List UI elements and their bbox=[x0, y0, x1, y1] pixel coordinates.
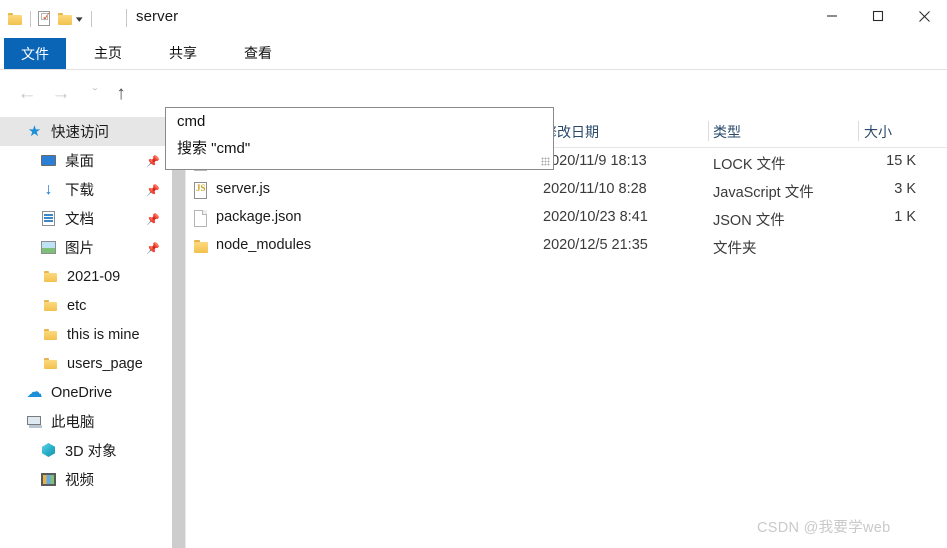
tab-home[interactable]: 主页 bbox=[80, 38, 136, 68]
cell-date: 2020/11/9 18:13 bbox=[543, 153, 647, 169]
sidebar-item-7[interactable]: this is mine bbox=[0, 320, 172, 349]
cell-type: LOCK 文件 bbox=[713, 157, 786, 173]
title-divider bbox=[126, 9, 127, 27]
folder-icon bbox=[42, 268, 59, 285]
pin-icon[interactable]: 📌 bbox=[146, 213, 160, 226]
folder-icon bbox=[192, 238, 210, 256]
sidebar-item-0[interactable]: ★ 快速访问 bbox=[0, 117, 172, 146]
sidebar-item-label: etc bbox=[67, 297, 87, 314]
cell-date: 2020/12/5 21:35 bbox=[543, 237, 648, 253]
folder-icon bbox=[42, 297, 59, 314]
sidebar-item-label: 下载 bbox=[65, 183, 94, 199]
autocomplete-item-1[interactable]: 搜索 "cmd" bbox=[166, 134, 553, 160]
pin-icon[interactable]: 📌 bbox=[146, 242, 160, 255]
table-row[interactable]: JS server.js 2020/11/10 8:28 JavaScript 文件 3… bbox=[186, 177, 947, 205]
sidebar-item-label: 图片 bbox=[65, 241, 94, 257]
pin-icon[interactable]: 📌 bbox=[146, 155, 160, 168]
forward-button[interactable]: → bbox=[46, 78, 76, 108]
resize-grip-icon[interactable] bbox=[541, 157, 550, 166]
sidebar-item-9[interactable]: ☁ OneDrive bbox=[0, 378, 172, 407]
chevron-down-icon[interactable]: ▾ bbox=[76, 14, 83, 24]
desktop-icon bbox=[40, 152, 57, 169]
documents-icon bbox=[40, 210, 57, 227]
cell-date: 2020/11/10 8:28 bbox=[543, 181, 647, 197]
sidebar-item-1[interactable]: 桌面 📌 bbox=[0, 146, 172, 175]
onedrive-icon: ☁ bbox=[26, 384, 43, 401]
table-row[interactable]: package.json 2020/10/23 8:41 JSON 文件 1 K bbox=[186, 205, 947, 233]
navigation-pane: ★ 快速访问桌面 📌 ↓ 下载 📌 文档 📌 图片 📌 2021-09 etc this is mine… bbox=[0, 117, 172, 548]
sidebar-item-10[interactable]: 此电脑 bbox=[0, 407, 172, 436]
sidebar-item-label: 快速访问 bbox=[51, 125, 109, 141]
up-button[interactable]: ↑ bbox=[106, 78, 136, 108]
maximize-button[interactable] bbox=[855, 0, 901, 32]
watermark: CSDN @我要学web bbox=[757, 520, 891, 536]
column-separator[interactable] bbox=[858, 121, 859, 141]
cell-type: JSON 文件 bbox=[713, 213, 785, 229]
file-explorer-window: ✓ ▾ server 文件 主页 共享 查看 ˇ ? bbox=[0, 0, 947, 548]
file-list-pane: 修改日期 类型 大小 yarn.lock2020/11/9 18:13LOCK … bbox=[186, 117, 947, 548]
tab-share[interactable]: 共享 bbox=[155, 38, 211, 68]
properties-icon[interactable]: ✓ bbox=[38, 10, 52, 27]
3d-objects-icon bbox=[40, 442, 57, 459]
cell-size: 3 K bbox=[894, 181, 916, 197]
cell-name: node_modules bbox=[216, 237, 312, 253]
sidebar-item-label: 文档 bbox=[65, 212, 94, 228]
blank-file-icon bbox=[192, 210, 210, 228]
pin-icon[interactable]: 📌 bbox=[146, 184, 160, 197]
window-controls bbox=[809, 0, 947, 32]
ribbon-tabs: 文件 主页 共享 查看 ˇ ? bbox=[0, 38, 947, 102]
sidebar-item-12[interactable]: 视频 bbox=[0, 465, 172, 494]
cell-date: 2020/10/23 8:41 bbox=[543, 209, 648, 225]
cell-type: JavaScript 文件 bbox=[713, 185, 814, 201]
cell-name: package.json bbox=[216, 209, 302, 225]
window-title: server bbox=[136, 8, 179, 25]
videos-icon bbox=[40, 471, 57, 488]
column-separator[interactable] bbox=[708, 121, 709, 141]
sidebar-item-label: this is mine bbox=[67, 326, 140, 343]
this-pc-icon bbox=[26, 413, 43, 430]
folder-icon bbox=[42, 326, 59, 343]
toolbar-separator bbox=[90, 11, 92, 27]
sidebar-scrollbar[interactable] bbox=[172, 117, 185, 548]
autocomplete-item-0[interactable]: cmd bbox=[166, 108, 553, 134]
sidebar-item-6[interactable]: etc bbox=[0, 291, 172, 320]
ribbon-divider bbox=[0, 69, 947, 70]
tab-view[interactable]: 查看 bbox=[230, 38, 286, 68]
address-autocomplete-dropdown: cmd 搜索 "cmd" bbox=[165, 107, 554, 170]
sidebar-item-label: users_page bbox=[67, 355, 143, 372]
title-bar: ✓ ▾ server bbox=[0, 0, 947, 38]
tab-file[interactable]: 文件 bbox=[4, 38, 66, 69]
pictures-icon bbox=[40, 239, 57, 256]
minimize-button[interactable] bbox=[809, 0, 855, 32]
javascript-file-icon: JS bbox=[192, 182, 210, 200]
sidebar-item-label: 视频 bbox=[65, 473, 94, 489]
sidebar-item-label: 桌面 bbox=[65, 154, 94, 170]
toolbar-separator bbox=[30, 11, 31, 27]
sidebar-item-label: 3D 对象 bbox=[65, 444, 117, 460]
sidebar-item-2[interactable]: ↓ 下载 📌 bbox=[0, 175, 172, 204]
new-folder-icon[interactable] bbox=[58, 12, 73, 26]
cell-type: 文件夹 bbox=[713, 241, 757, 257]
sidebar-item-4[interactable]: 图片 📌 bbox=[0, 233, 172, 262]
column-header-size[interactable]: 大小 bbox=[864, 122, 892, 142]
sidebar-item-3[interactable]: 文档 📌 bbox=[0, 204, 172, 233]
cell-size: 1 K bbox=[894, 209, 916, 225]
sidebar-item-label: 此电脑 bbox=[51, 415, 95, 431]
download-icon: ↓ bbox=[44, 181, 53, 198]
sidebar-item-11[interactable]: 3D 对象 bbox=[0, 436, 172, 465]
folder-icon[interactable] bbox=[8, 12, 23, 26]
column-header-type[interactable]: 类型 bbox=[713, 122, 741, 142]
sidebar-item-label: 2021-09 bbox=[67, 268, 121, 285]
sidebar-item-5[interactable]: 2021-09 bbox=[0, 262, 172, 291]
folder-icon bbox=[42, 355, 59, 372]
close-button[interactable] bbox=[901, 0, 947, 32]
cell-size: 15 K bbox=[886, 153, 916, 169]
sidebar-item-8[interactable]: users_page bbox=[0, 349, 172, 378]
quick-access-toolbar: ✓ ▾ bbox=[8, 7, 99, 31]
table-row[interactable]: node_modules 2020/12/5 21:35 文件夹 bbox=[186, 233, 947, 261]
cell-name: server.js bbox=[216, 181, 270, 197]
sidebar-item-label: OneDrive bbox=[51, 384, 113, 401]
star-icon: ★ bbox=[27, 123, 42, 140]
back-button[interactable]: ← bbox=[12, 78, 42, 108]
